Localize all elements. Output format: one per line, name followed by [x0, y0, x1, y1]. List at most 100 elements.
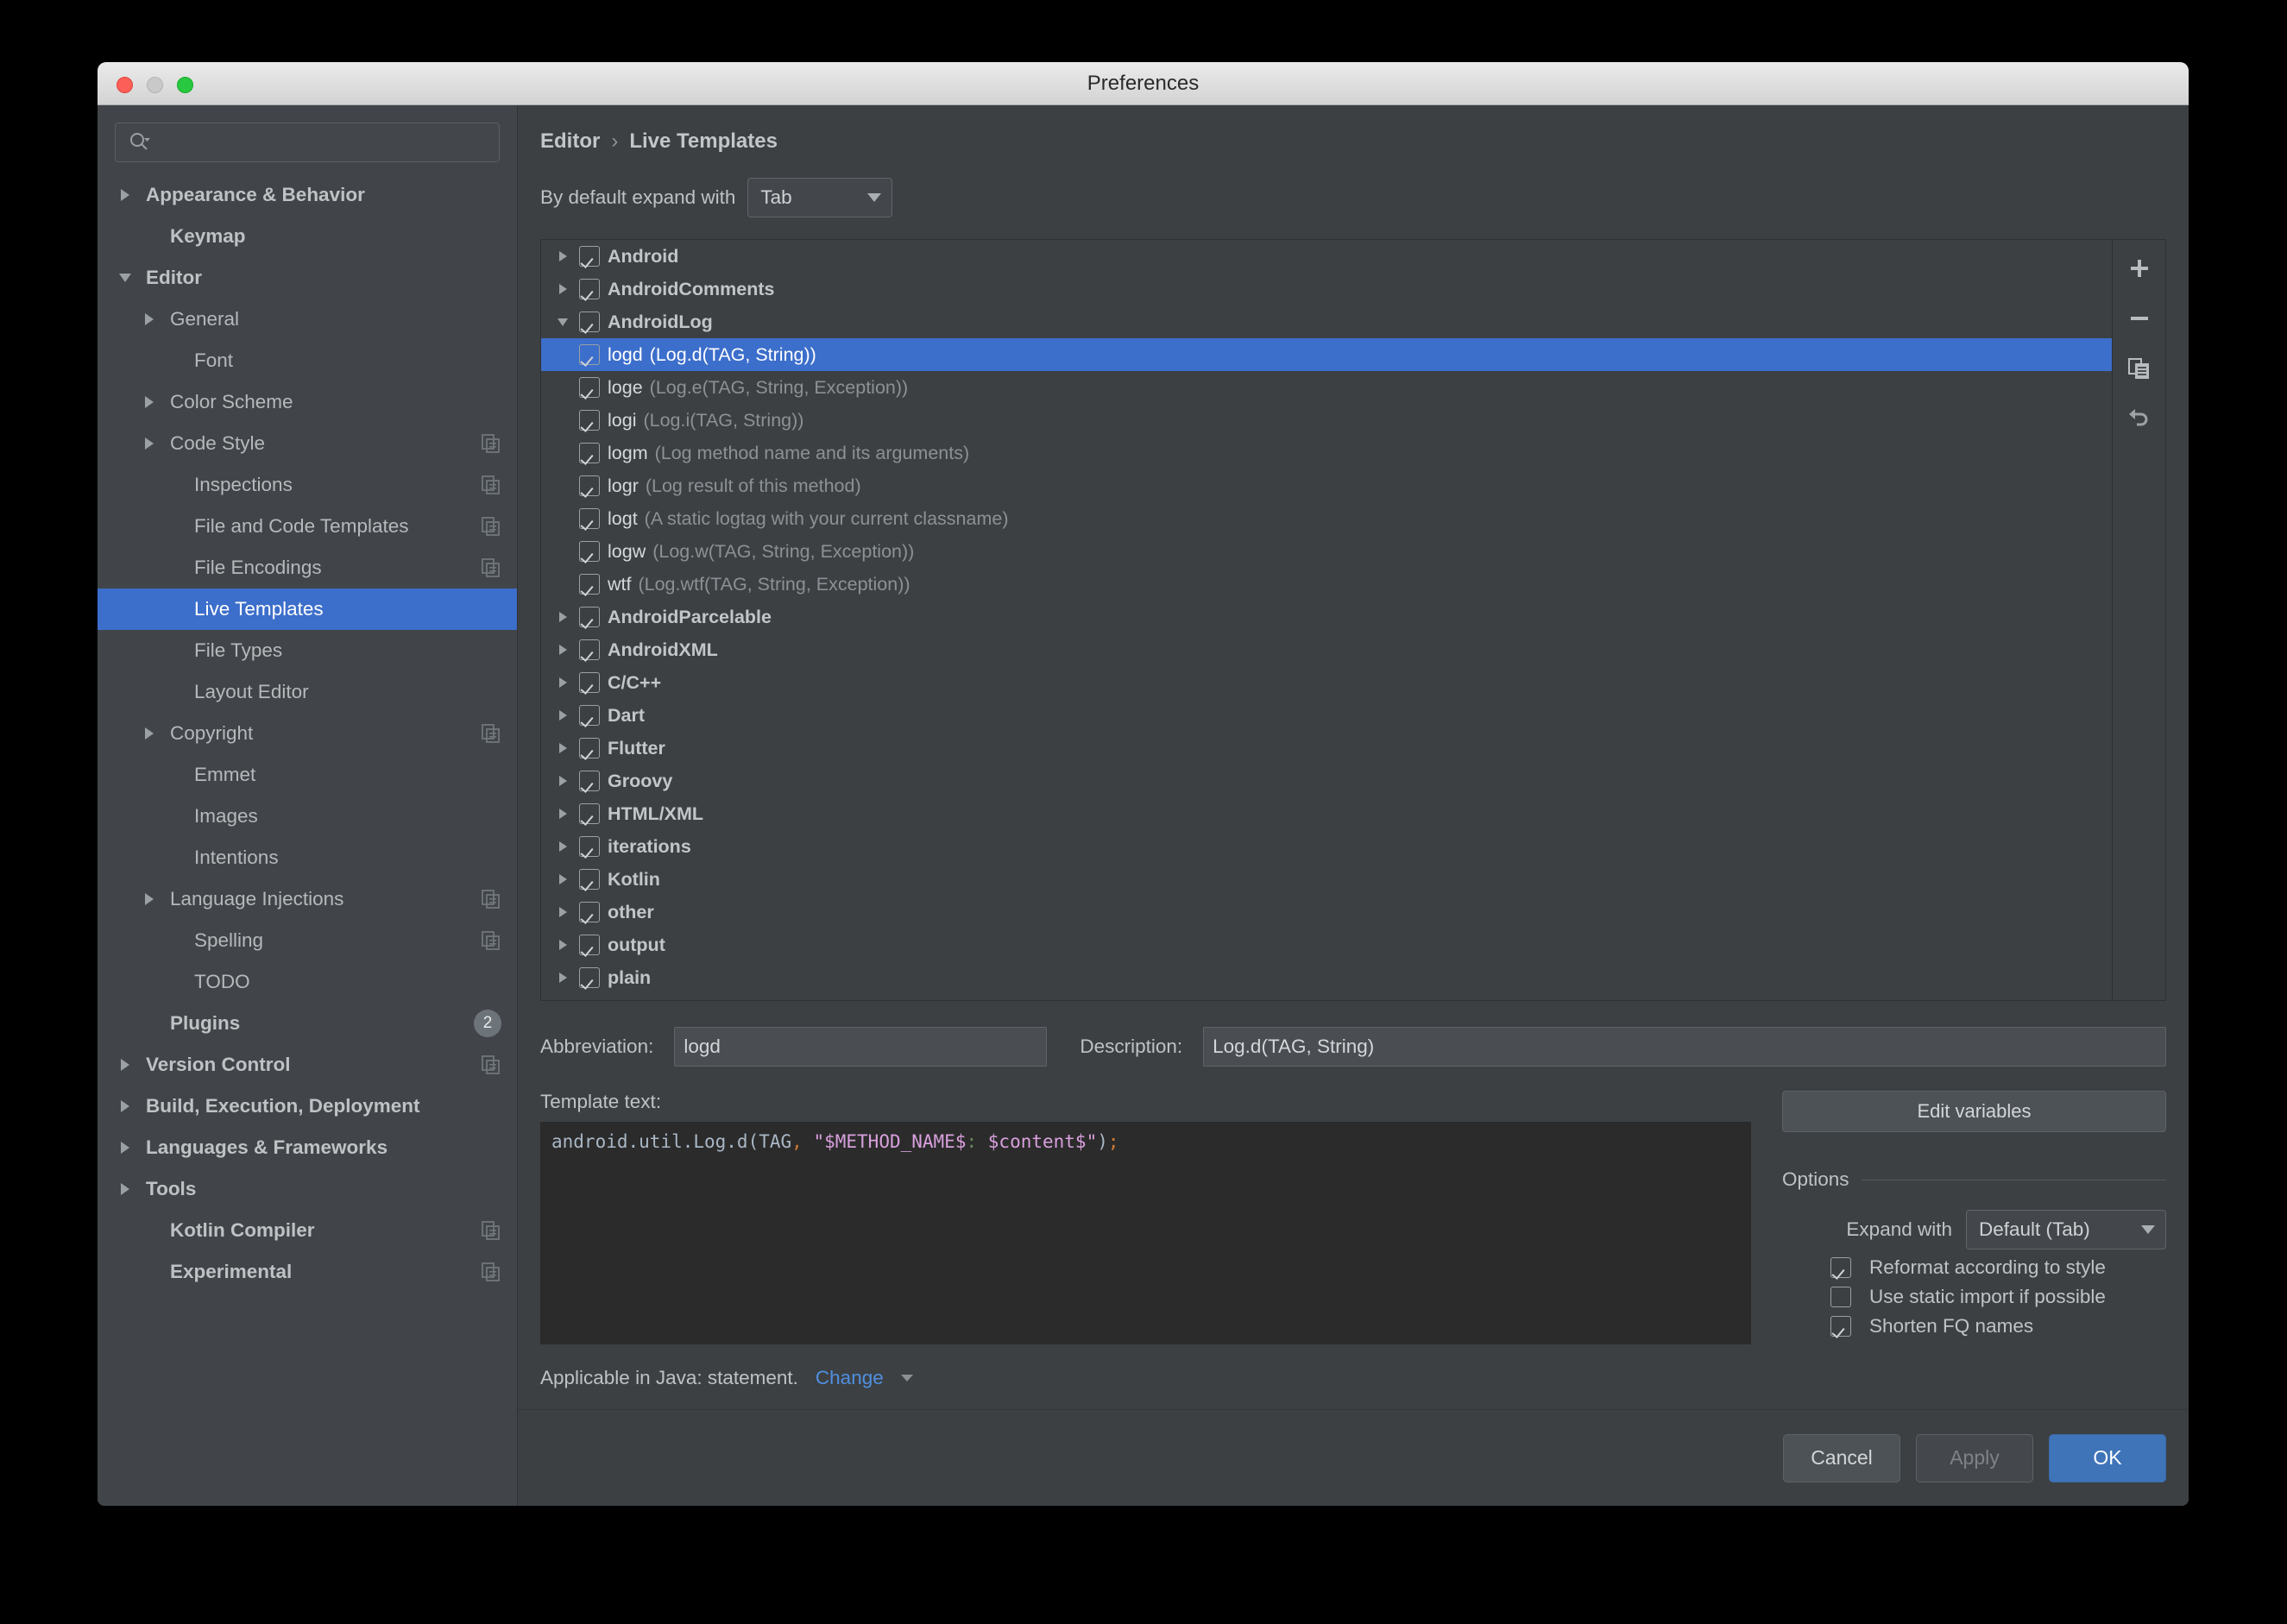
- chevron-right-icon[interactable]: [546, 940, 579, 950]
- template-enabled-checkbox[interactable]: [579, 246, 600, 267]
- template-tree-row[interactable]: logt (A static logtag with your current c…: [541, 502, 2112, 535]
- template-tree[interactable]: Android AndroidComments AndroidLog logd (Log…: [540, 239, 2113, 1001]
- option-checkbox[interactable]: [1830, 1287, 1851, 1307]
- template-tree-row[interactable]: wtf (Log.wtf(TAG, String, Exception)): [541, 568, 2112, 601]
- sidebar-item-languages-frameworks[interactable]: Languages & Frameworks: [98, 1127, 517, 1168]
- chevron-right-icon[interactable]: [546, 809, 579, 819]
- template-enabled-checkbox[interactable]: [579, 803, 600, 824]
- sidebar-item-layout-editor[interactable]: Layout Editor: [98, 671, 517, 713]
- template-tree-row[interactable]: logr (Log result of this method): [541, 469, 2112, 502]
- template-tree-row[interactable]: output: [541, 928, 2112, 961]
- sidebar-item-images[interactable]: Images: [98, 796, 517, 837]
- template-tree-row[interactable]: logi (Log.i(TAG, String)): [541, 404, 2112, 437]
- ok-button[interactable]: OK: [2049, 1433, 2166, 1482]
- template-enabled-checkbox[interactable]: [579, 541, 600, 562]
- option-checkbox-row[interactable]: Use static import if possible: [1782, 1286, 2166, 1308]
- sidebar-item-editor[interactable]: Editor: [98, 257, 517, 299]
- chevron-right-icon[interactable]: [546, 284, 579, 294]
- remove-template-button[interactable]: [2117, 299, 2162, 338]
- template-tree-row[interactable]: Groovy: [541, 765, 2112, 797]
- template-tree-row[interactable]: AndroidXML: [541, 633, 2112, 666]
- template-enabled-checkbox[interactable]: [579, 574, 600, 595]
- search-box[interactable]: [115, 123, 500, 162]
- copy-settings-icon[interactable]: [481, 475, 501, 495]
- template-tree-row[interactable]: logd (Log.d(TAG, String)): [541, 338, 2112, 371]
- copy-settings-icon[interactable]: [481, 433, 501, 454]
- template-enabled-checkbox[interactable]: [579, 508, 600, 529]
- copy-settings-icon[interactable]: [481, 557, 501, 578]
- abbreviation-input[interactable]: [674, 1027, 1048, 1067]
- revert-template-button[interactable]: [2117, 399, 2162, 438]
- template-text-editor[interactable]: android.util.Log.d(TAG, "$METHOD_NAME$: …: [540, 1122, 1751, 1344]
- chevron-right-icon[interactable]: [546, 612, 579, 622]
- template-tree-row[interactable]: AndroidParcelable: [541, 601, 2112, 633]
- sidebar-item-spelling[interactable]: Spelling: [98, 920, 517, 961]
- template-tree-row[interactable]: iterations: [541, 830, 2112, 863]
- option-checkbox-row[interactable]: Reformat according to style: [1782, 1256, 2166, 1279]
- template-enabled-checkbox[interactable]: [579, 705, 600, 726]
- add-template-button[interactable]: [2117, 249, 2162, 288]
- sidebar-item-keymap[interactable]: Keymap: [98, 216, 517, 257]
- sidebar-item-todo[interactable]: TODO: [98, 961, 517, 1003]
- copy-settings-icon[interactable]: [481, 723, 501, 744]
- sidebar-item-color-scheme[interactable]: Color Scheme: [98, 381, 517, 423]
- copy-settings-icon[interactable]: [481, 1220, 501, 1241]
- chevron-right-icon[interactable]: [115, 1059, 135, 1071]
- chevron-right-icon[interactable]: [139, 396, 160, 408]
- copy-settings-icon[interactable]: [481, 930, 501, 951]
- option-checkbox[interactable]: [1830, 1316, 1851, 1337]
- template-enabled-checkbox[interactable]: [579, 279, 600, 299]
- sidebar-item-appearance-behavior[interactable]: Appearance & Behavior: [98, 174, 517, 216]
- template-enabled-checkbox[interactable]: [579, 410, 600, 431]
- chevron-right-icon[interactable]: [546, 645, 579, 655]
- sidebar-item-font[interactable]: Font: [98, 340, 517, 381]
- template-enabled-checkbox[interactable]: [579, 344, 600, 365]
- chevron-right-icon[interactable]: [546, 743, 579, 753]
- template-tree-row[interactable]: HTML/XML: [541, 797, 2112, 830]
- option-checkbox[interactable]: [1830, 1257, 1851, 1278]
- chevron-right-icon[interactable]: [546, 907, 579, 917]
- minimize-window-button[interactable]: [147, 77, 163, 93]
- template-tree-row[interactable]: C/C++: [541, 666, 2112, 699]
- default-expand-select[interactable]: Tab: [747, 178, 893, 217]
- copy-settings-icon[interactable]: [481, 1262, 501, 1282]
- close-window-button[interactable]: [117, 77, 133, 93]
- chevron-right-icon[interactable]: [139, 437, 160, 450]
- template-enabled-checkbox[interactable]: [579, 475, 600, 496]
- template-enabled-checkbox[interactable]: [579, 738, 600, 758]
- template-tree-row[interactable]: AndroidLog: [541, 305, 2112, 338]
- chevron-right-icon[interactable]: [546, 251, 579, 261]
- template-tree-row[interactable]: Dart: [541, 699, 2112, 732]
- breadcrumb-parent[interactable]: Editor: [540, 129, 600, 154]
- duplicate-template-button[interactable]: [2117, 349, 2162, 388]
- template-tree-row[interactable]: Flutter: [541, 732, 2112, 765]
- chevron-right-icon[interactable]: [546, 677, 579, 688]
- template-enabled-checkbox[interactable]: [579, 672, 600, 693]
- sidebar-item-code-style[interactable]: Code Style: [98, 423, 517, 464]
- description-input[interactable]: [1203, 1027, 2166, 1067]
- template-enabled-checkbox[interactable]: [579, 639, 600, 660]
- copy-settings-icon[interactable]: [481, 516, 501, 537]
- chevron-right-icon[interactable]: [546, 841, 579, 852]
- option-checkbox-row[interactable]: Shorten FQ names: [1782, 1315, 2166, 1338]
- template-tree-row[interactable]: plain: [541, 961, 2112, 994]
- sidebar-item-general[interactable]: General: [98, 299, 517, 340]
- chevron-right-icon[interactable]: [546, 710, 579, 721]
- chevron-right-icon[interactable]: [546, 874, 579, 884]
- template-tree-row[interactable]: other: [541, 896, 2112, 928]
- search-input[interactable]: [152, 124, 411, 161]
- maximize-window-button[interactable]: [177, 77, 193, 93]
- sidebar-item-live-templates[interactable]: Live Templates: [98, 589, 517, 630]
- chevron-right-icon[interactable]: [546, 776, 579, 786]
- chevron-right-icon[interactable]: [546, 973, 579, 983]
- template-tree-row[interactable]: Kotlin: [541, 863, 2112, 896]
- sidebar-item-file-and-code-templates[interactable]: File and Code Templates: [98, 506, 517, 547]
- template-enabled-checkbox[interactable]: [579, 967, 600, 988]
- copy-settings-icon[interactable]: [481, 889, 501, 910]
- template-enabled-checkbox[interactable]: [579, 902, 600, 922]
- sidebar-item-file-types[interactable]: File Types: [98, 630, 517, 671]
- chevron-right-icon[interactable]: [115, 1100, 135, 1112]
- sidebar-item-kotlin-compiler[interactable]: Kotlin Compiler: [98, 1210, 517, 1251]
- template-enabled-checkbox[interactable]: [579, 935, 600, 955]
- template-enabled-checkbox[interactable]: [579, 836, 600, 857]
